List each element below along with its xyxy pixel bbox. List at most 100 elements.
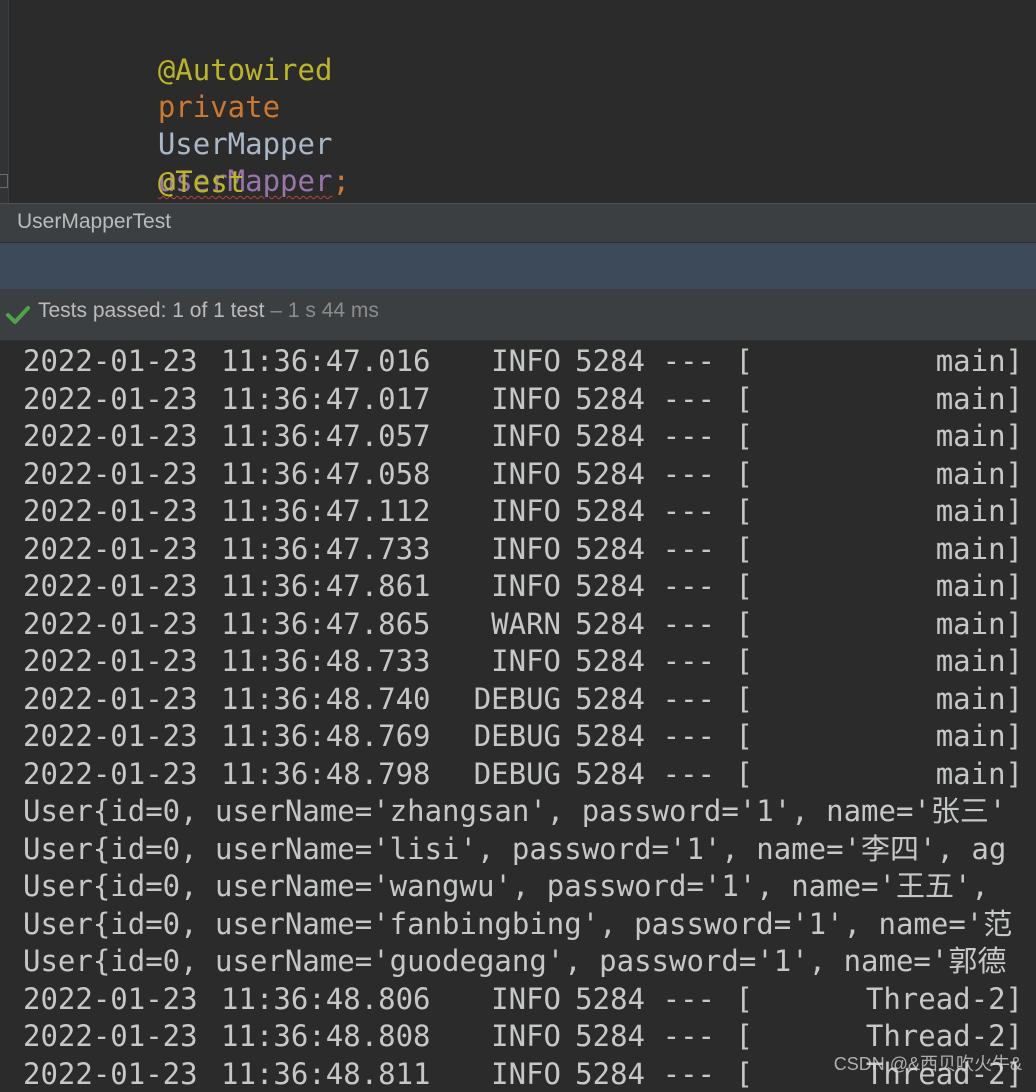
log-date: 2022-01-23 (23, 531, 198, 566)
log-line: 2022-01-23 11:36:48.798 DEBUG 5284 --- [main] (23, 756, 1036, 793)
log-time: 11:36:47.016 (221, 344, 431, 378)
log-bracket: [ (735, 419, 753, 453)
fold-marker[interactable] (0, 174, 8, 188)
log-separator: --- (662, 1056, 715, 1091)
log-level: WARN (491, 606, 561, 641)
log-pid: 5284 (575, 756, 645, 791)
log-thread: main] (935, 531, 1023, 566)
log-level: INFO (491, 644, 561, 678)
log-bracket: [ (735, 981, 753, 1016)
log-pid: 5284 (575, 344, 645, 378)
log-bracket: [ (735, 494, 753, 528)
test-status-text: Tests passed: 1 of 1 test – 1 s 44 ms (38, 299, 379, 323)
log-pid: 5284 (575, 1056, 645, 1091)
log-separator: --- (662, 644, 715, 678)
console-output[interactable]: 2022-01-23 11:36:47.016 INFO 5284 ---[main] 2… (0, 341, 1036, 1092)
log-separator: --- (662, 1019, 715, 1053)
log-time: 11:36:48.798 (221, 756, 431, 791)
log-level: INFO (491, 1056, 561, 1091)
log-line: 2022-01-23 11:36:47.058 INFO 5284 --- [main] (23, 456, 1036, 493)
log-date: 2022-01-23 (23, 719, 198, 753)
log-separator: --- (662, 981, 715, 1016)
log-pid: 5284 (575, 494, 645, 528)
log-time: 11:36:48.733 (221, 644, 431, 678)
user-record-line: User{id=0, userName='fanbingbing', passw… (23, 906, 1013, 941)
log-bracket: [ (735, 719, 753, 753)
log-thread: main] (935, 569, 1023, 603)
log-line: 2022-01-23 11:36:47.865 WARN 5284 --- [main] (23, 606, 1036, 643)
run-window-header: UserMapperTest (0, 203, 1036, 243)
log-pid: 5284 (575, 981, 645, 1016)
log-separator: --- (662, 344, 715, 378)
log-level: INFO (491, 1019, 561, 1053)
log-date: 2022-01-23 (23, 494, 198, 528)
user-record-line: User{id=0, userName='lisi', password='1'… (23, 831, 1007, 866)
log-pid: 5284 (575, 381, 645, 416)
log-bracket: [ (735, 756, 753, 791)
run-tab-title[interactable]: UserMapperTest (17, 210, 171, 234)
log-time: 11:36:47.112 (221, 494, 431, 528)
log-bracket: [ (735, 681, 753, 716)
log-time: 11:36:48.808 (221, 1019, 431, 1053)
log-pid: 5284 (575, 456, 645, 491)
log-date: 2022-01-23 (23, 569, 198, 603)
log-date: 2022-01-23 (23, 456, 198, 491)
log-separator: --- (662, 419, 715, 453)
code-editor[interactable]: @Autowired private UserMapper userMapper… (0, 0, 1036, 203)
log-date: 2022-01-23 (23, 681, 198, 716)
log-time: 11:36:48.811 (221, 1056, 431, 1091)
log-bracket: [ (735, 644, 753, 678)
log-bracket: [ (735, 606, 753, 641)
log-pid: 5284 (575, 1019, 645, 1053)
watermark: CSDN @&西贝吹火牛& (833, 1054, 1022, 1074)
log-separator: --- (662, 569, 715, 603)
log-time: 11:36:47.057 (221, 419, 431, 453)
test-duration: – 1 s 44 ms (270, 299, 379, 322)
log-line: 2022-01-23 11:36:48.806 INFO 5284 --- [Thread… (23, 981, 1036, 1018)
log-thread: main] (935, 681, 1023, 716)
log-level: INFO (491, 569, 561, 603)
log-separator: --- (662, 681, 715, 716)
log-level: DEBUG (473, 681, 561, 716)
test-status-bar: Tests passed: 1 of 1 test – 1 s 44 ms (0, 289, 1036, 341)
tests-passed-label: Tests passed: (38, 299, 167, 322)
log-pid: 5284 (575, 606, 645, 641)
log-line: 2022-01-23 11:36:47.016 INFO 5284 --- [main] (23, 343, 1036, 380)
log-bracket: [ (735, 1056, 753, 1091)
log-thread: main] (935, 756, 1023, 791)
log-pid: 5284 (575, 644, 645, 678)
editor-gutter[interactable] (0, 0, 9, 203)
code-line-method-signature[interactable]: public void testFindAll() { (88, 164, 385, 203)
user-record-line: User{id=0, userName='zhangsan', password… (23, 794, 1007, 828)
log-pid: 5284 (575, 569, 645, 603)
log-bracket: [ (735, 456, 753, 491)
log-line: 2022-01-23 11:36:47.861 INFO 5284 --- [main] (23, 568, 1036, 605)
log-date: 2022-01-23 (23, 756, 198, 791)
log-bracket: [ (735, 531, 753, 566)
log-time: 11:36:47.058 (221, 456, 431, 491)
log-date: 2022-01-23 (23, 1056, 198, 1091)
log-thread: main] (935, 381, 1023, 416)
log-separator: --- (662, 606, 715, 641)
log-level: INFO (491, 981, 561, 1016)
log-time: 11:36:48.740 (221, 681, 431, 716)
log-bracket: [ (735, 569, 753, 603)
log-date: 2022-01-23 (23, 419, 198, 453)
log-pid: 5284 (575, 531, 645, 566)
log-line: 2022-01-23 11:36:48.769 DEBUG 5284 --- [main] (23, 718, 1036, 755)
log-level: INFO (491, 456, 561, 491)
log-level: INFO (491, 344, 561, 378)
tests-passed-count: 1 of 1 test (172, 299, 265, 322)
user-record-line: User{id=0, userName='guodegang', passwor… (23, 944, 1007, 978)
log-thread: main] (935, 644, 1023, 678)
log-time: 11:36:47.017 (221, 381, 431, 416)
log-level: DEBUG (473, 719, 561, 753)
log-bracket: [ (735, 344, 753, 378)
log-line: 2022-01-23 11:36:48.740 DEBUG 5284 --- [main] (23, 681, 1036, 718)
log-thread: main] (935, 719, 1023, 753)
log-thread: main] (935, 419, 1023, 453)
keyword-private: private (157, 90, 281, 124)
log-line: 2022-01-23 11:36:47.057 INFO 5284 --- [main] (23, 418, 1036, 455)
log-line: 2022-01-23 11:36:47.017 INFO 5284 --- [main] (23, 381, 1036, 418)
log-thread: main] (935, 494, 1023, 528)
